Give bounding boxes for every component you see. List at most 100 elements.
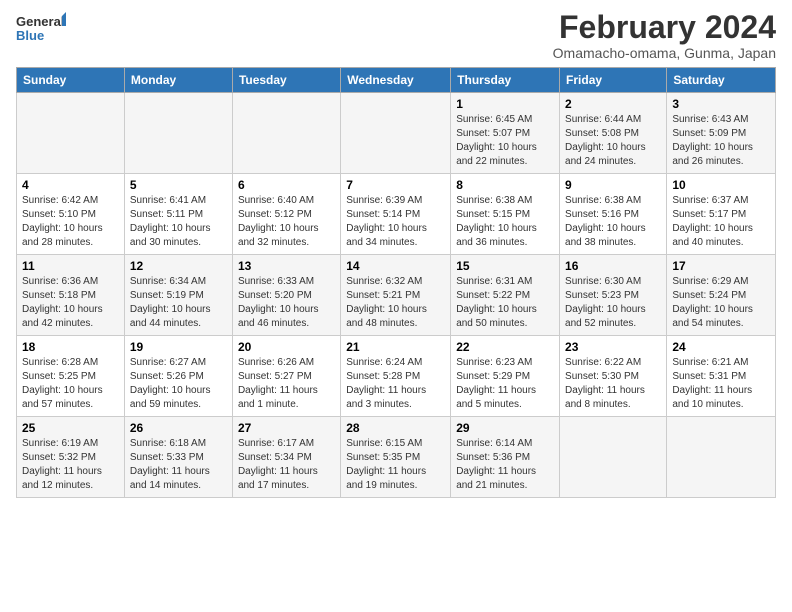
day-number: 2 xyxy=(565,97,661,111)
day-info: Sunrise: 6:24 AM Sunset: 5:28 PM Dayligh… xyxy=(346,356,445,412)
day-number: 1 xyxy=(456,97,554,111)
week-row-1: 1 Sunrise: 6:45 AM Sunset: 5:07 PM Daylig… xyxy=(17,93,776,174)
day-cell: 8 Sunrise: 6:38 AM Sunset: 5:15 PM Daylig… xyxy=(451,174,560,255)
day-cell: 18 Sunrise: 6:28 AM Sunset: 5:25 PM Dayli… xyxy=(17,336,125,417)
day-info: Sunrise: 6:27 AM Sunset: 5:26 PM Dayligh… xyxy=(130,356,227,412)
day-header-saturday: Saturday xyxy=(667,68,776,93)
subtitle: Omamacho-omama, Gunma, Japan xyxy=(553,45,776,61)
day-number: 20 xyxy=(238,340,335,354)
day-cell: 16 Sunrise: 6:30 AM Sunset: 5:23 PM Dayli… xyxy=(560,255,667,336)
day-number: 28 xyxy=(346,421,445,435)
day-cell: 26 Sunrise: 6:18 AM Sunset: 5:33 PM Dayli… xyxy=(124,417,232,498)
day-cell xyxy=(341,93,451,174)
svg-text:Blue: Blue xyxy=(16,28,44,43)
day-cell: 3 Sunrise: 6:43 AM Sunset: 5:09 PM Daylig… xyxy=(667,93,776,174)
day-cell: 6 Sunrise: 6:40 AM Sunset: 5:12 PM Daylig… xyxy=(232,174,340,255)
day-cell xyxy=(17,93,125,174)
day-number: 19 xyxy=(130,340,227,354)
day-info: Sunrise: 6:42 AM Sunset: 5:10 PM Dayligh… xyxy=(22,194,119,250)
week-row-3: 11 Sunrise: 6:36 AM Sunset: 5:18 PM Dayli… xyxy=(17,255,776,336)
day-info: Sunrise: 6:18 AM Sunset: 5:33 PM Dayligh… xyxy=(130,437,227,493)
day-number: 22 xyxy=(456,340,554,354)
header: General Blue February 2024 Omamacho-omam… xyxy=(16,10,776,61)
day-info: Sunrise: 6:43 AM Sunset: 5:09 PM Dayligh… xyxy=(672,113,770,169)
day-cell: 24 Sunrise: 6:21 AM Sunset: 5:31 PM Dayli… xyxy=(667,336,776,417)
day-cell: 11 Sunrise: 6:36 AM Sunset: 5:18 PM Dayli… xyxy=(17,255,125,336)
day-header-sunday: Sunday xyxy=(17,68,125,93)
day-number: 8 xyxy=(456,178,554,192)
day-info: Sunrise: 6:31 AM Sunset: 5:22 PM Dayligh… xyxy=(456,275,554,331)
day-info: Sunrise: 6:36 AM Sunset: 5:18 PM Dayligh… xyxy=(22,275,119,331)
day-info: Sunrise: 6:39 AM Sunset: 5:14 PM Dayligh… xyxy=(346,194,445,250)
day-number: 5 xyxy=(130,178,227,192)
day-cell: 28 Sunrise: 6:15 AM Sunset: 5:35 PM Dayli… xyxy=(341,417,451,498)
day-info: Sunrise: 6:37 AM Sunset: 5:17 PM Dayligh… xyxy=(672,194,770,250)
day-info: Sunrise: 6:28 AM Sunset: 5:25 PM Dayligh… xyxy=(22,356,119,412)
day-header-wednesday: Wednesday xyxy=(341,68,451,93)
day-info: Sunrise: 6:33 AM Sunset: 5:20 PM Dayligh… xyxy=(238,275,335,331)
day-header-monday: Monday xyxy=(124,68,232,93)
day-number: 16 xyxy=(565,259,661,273)
day-info: Sunrise: 6:22 AM Sunset: 5:30 PM Dayligh… xyxy=(565,356,661,412)
day-number: 21 xyxy=(346,340,445,354)
day-info: Sunrise: 6:14 AM Sunset: 5:36 PM Dayligh… xyxy=(456,437,554,493)
day-cell xyxy=(560,417,667,498)
day-info: Sunrise: 6:45 AM Sunset: 5:07 PM Dayligh… xyxy=(456,113,554,169)
day-number: 14 xyxy=(346,259,445,273)
title-area: February 2024 Omamacho-omama, Gunma, Jap… xyxy=(553,10,776,61)
day-info: Sunrise: 6:23 AM Sunset: 5:29 PM Dayligh… xyxy=(456,356,554,412)
main-title: February 2024 xyxy=(553,10,776,45)
day-number: 17 xyxy=(672,259,770,273)
day-number: 3 xyxy=(672,97,770,111)
day-info: Sunrise: 6:15 AM Sunset: 5:35 PM Dayligh… xyxy=(346,437,445,493)
day-number: 23 xyxy=(565,340,661,354)
day-cell: 17 Sunrise: 6:29 AM Sunset: 5:24 PM Dayli… xyxy=(667,255,776,336)
day-number: 29 xyxy=(456,421,554,435)
day-cell: 13 Sunrise: 6:33 AM Sunset: 5:20 PM Dayli… xyxy=(232,255,340,336)
day-number: 18 xyxy=(22,340,119,354)
day-number: 6 xyxy=(238,178,335,192)
day-info: Sunrise: 6:34 AM Sunset: 5:19 PM Dayligh… xyxy=(130,275,227,331)
day-cell: 23 Sunrise: 6:22 AM Sunset: 5:30 PM Dayli… xyxy=(560,336,667,417)
day-number: 25 xyxy=(22,421,119,435)
day-number: 11 xyxy=(22,259,119,273)
day-cell: 15 Sunrise: 6:31 AM Sunset: 5:22 PM Dayli… xyxy=(451,255,560,336)
day-header-tuesday: Tuesday xyxy=(232,68,340,93)
calendar-table: SundayMondayTuesdayWednesdayThursdayFrid… xyxy=(16,67,776,498)
day-cell: 29 Sunrise: 6:14 AM Sunset: 5:36 PM Dayli… xyxy=(451,417,560,498)
day-cell: 12 Sunrise: 6:34 AM Sunset: 5:19 PM Dayli… xyxy=(124,255,232,336)
day-number: 27 xyxy=(238,421,335,435)
day-cell: 25Sunrise: 6:19 AM Sunset: 5:32 PM Dayli… xyxy=(17,417,125,498)
day-cell xyxy=(232,93,340,174)
day-cell: 27Sunrise: 6:17 AM Sunset: 5:34 PM Dayli… xyxy=(232,417,340,498)
day-number: 10 xyxy=(672,178,770,192)
day-number: 15 xyxy=(456,259,554,273)
day-number: 26 xyxy=(130,421,227,435)
day-info: Sunrise: 6:30 AM Sunset: 5:23 PM Dayligh… xyxy=(565,275,661,331)
svg-text:General: General xyxy=(16,14,64,29)
day-info: Sunrise: 6:38 AM Sunset: 5:15 PM Dayligh… xyxy=(456,194,554,250)
day-cell: 5 Sunrise: 6:41 AM Sunset: 5:11 PM Daylig… xyxy=(124,174,232,255)
day-cell: 22 Sunrise: 6:23 AM Sunset: 5:29 PM Dayli… xyxy=(451,336,560,417)
day-number: 7 xyxy=(346,178,445,192)
day-cell: 20 Sunrise: 6:26 AM Sunset: 5:27 PM Dayli… xyxy=(232,336,340,417)
day-number: 12 xyxy=(130,259,227,273)
day-cell: 7 Sunrise: 6:39 AM Sunset: 5:14 PM Daylig… xyxy=(341,174,451,255)
day-header-thursday: Thursday xyxy=(451,68,560,93)
day-info: Sunrise: 6:40 AM Sunset: 5:12 PM Dayligh… xyxy=(238,194,335,250)
day-cell: 21 Sunrise: 6:24 AM Sunset: 5:28 PM Dayli… xyxy=(341,336,451,417)
day-cell xyxy=(124,93,232,174)
day-cell xyxy=(667,417,776,498)
day-info: Sunrise: 6:32 AM Sunset: 5:21 PM Dayligh… xyxy=(346,275,445,331)
day-number: 24 xyxy=(672,340,770,354)
day-cell: 19 Sunrise: 6:27 AM Sunset: 5:26 PM Dayli… xyxy=(124,336,232,417)
day-number: 13 xyxy=(238,259,335,273)
day-info: Sunrise: 6:29 AM Sunset: 5:24 PM Dayligh… xyxy=(672,275,770,331)
day-cell: 9Sunrise: 6:38 AM Sunset: 5:16 PM Daylig… xyxy=(560,174,667,255)
logo: General Blue xyxy=(16,10,66,48)
day-cell: 14 Sunrise: 6:32 AM Sunset: 5:21 PM Dayli… xyxy=(341,255,451,336)
header-row: SundayMondayTuesdayWednesdayThursdayFrid… xyxy=(17,68,776,93)
day-info: Sunrise: 6:41 AM Sunset: 5:11 PM Dayligh… xyxy=(130,194,227,250)
day-info: Sunrise: 6:26 AM Sunset: 5:27 PM Dayligh… xyxy=(238,356,335,412)
day-info: Sunrise: 6:21 AM Sunset: 5:31 PM Dayligh… xyxy=(672,356,770,412)
